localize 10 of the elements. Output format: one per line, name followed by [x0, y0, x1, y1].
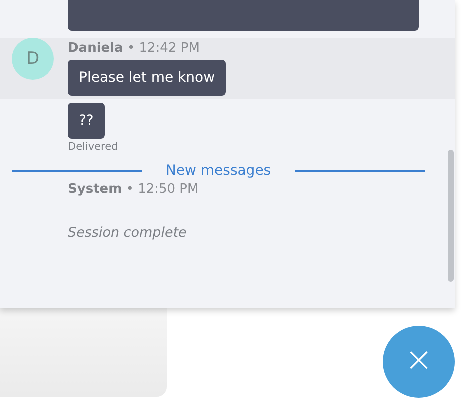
system-message: Session complete	[68, 225, 187, 241]
message-header: System • 12:50 PM	[68, 182, 199, 197]
message-header: Daniela • 12:42 PM	[68, 41, 200, 56]
message-bubble: Please let me know	[68, 60, 226, 96]
delivery-status: Delivered	[68, 141, 118, 153]
close-button[interactable]: ×	[383, 326, 455, 398]
new-messages-label: New messages	[164, 163, 272, 179]
scrollbar[interactable]	[448, 150, 454, 282]
message-bubble: ??	[68, 103, 105, 139]
avatar: D	[12, 38, 54, 80]
